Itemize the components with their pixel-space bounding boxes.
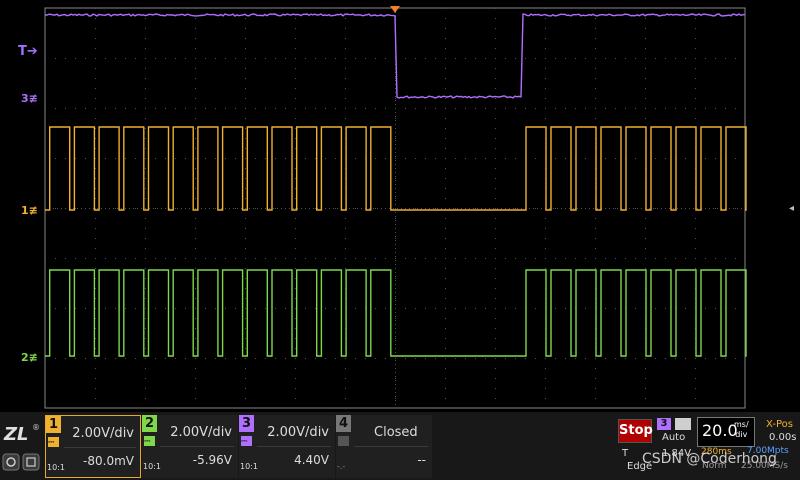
save-icon [22, 453, 40, 471]
trigger-level-marker[interactable]: T➔ [18, 45, 38, 58]
waveform-display: T➔ 3≢ 1≢ 2≢ ◂ [0, 0, 800, 412]
channel-2-number: 2 [142, 415, 157, 432]
trigger-coupling-icon[interactable] [675, 418, 691, 430]
run-stop-button[interactable]: Stop [618, 419, 653, 443]
channel-4-offset: -- [417, 453, 426, 467]
waveform-canvas [44, 6, 747, 409]
channel-2-offset: -5.96V [192, 453, 232, 467]
channel-4-status: Closed [374, 425, 418, 440]
channel-3-offset: 4.40V [294, 453, 329, 467]
channel-4-probe-ratio: -.- [337, 462, 346, 471]
channel-3-number: 3 [239, 415, 254, 432]
trigger-source-badge[interactable]: 3 [657, 418, 671, 430]
channel-1-offset: -80.0mV [83, 454, 134, 468]
coupling-icon [338, 436, 349, 446]
right-collapse-handle[interactable]: ◂ [789, 203, 794, 214]
channel-1-probe-ratio: 10:1 [47, 463, 65, 472]
dc-coupling-icon: ⎓ [241, 436, 252, 446]
zlg-logo: ZL ® [2, 418, 42, 476]
timebase-value: 20.0 [702, 421, 738, 440]
trigger-label: T [622, 448, 629, 459]
timebase-box[interactable]: 20.0 ms/div [697, 417, 755, 447]
ch2-ground-marker[interactable]: 2≢ [21, 352, 38, 363]
svg-text:ZL: ZL [3, 424, 29, 445]
ch1-ground-marker[interactable]: 1≢ [21, 205, 38, 216]
channel-3-probe-ratio: 10:1 [240, 462, 258, 471]
screenshot-icon [2, 453, 20, 471]
channel-3-volts-per-div: 2.00V/div [267, 425, 329, 440]
ch3-ground-marker[interactable]: 3≢ [21, 93, 38, 104]
dc-coupling-icon: ⎓ [48, 437, 59, 447]
timebase-unit: ms/div [734, 420, 749, 439]
trigger-mode[interactable]: Auto [662, 432, 685, 443]
channel-1-number: 1 [46, 416, 61, 433]
channel-1-volts-per-div: 2.00V/div [72, 426, 134, 441]
x-position-value[interactable]: 0.00s [769, 432, 796, 443]
watermark-text: CSDN @Coderhong [642, 451, 777, 467]
channel-4-panel[interactable]: 4 Closed -- -.- [336, 415, 432, 478]
channel-2-probe-ratio: 10:1 [143, 462, 161, 471]
svg-text:®: ® [32, 423, 40, 432]
channel-1-panel[interactable]: 1 ⎓ 2.00V/div -80.0mV 10:1 [45, 415, 141, 478]
channel-3-panel[interactable]: 3 ⎓ 2.00V/div 4.40V 10:1 [239, 415, 335, 478]
channel-2-volts-per-div: 2.00V/div [170, 425, 232, 440]
dc-coupling-icon: ⎓ [144, 436, 155, 446]
channel-2-panel[interactable]: 2 ⎓ 2.00V/div -5.96V 10:1 [142, 415, 238, 478]
x-position-label: X-Pos [766, 419, 793, 430]
channel-4-number: 4 [336, 415, 351, 432]
